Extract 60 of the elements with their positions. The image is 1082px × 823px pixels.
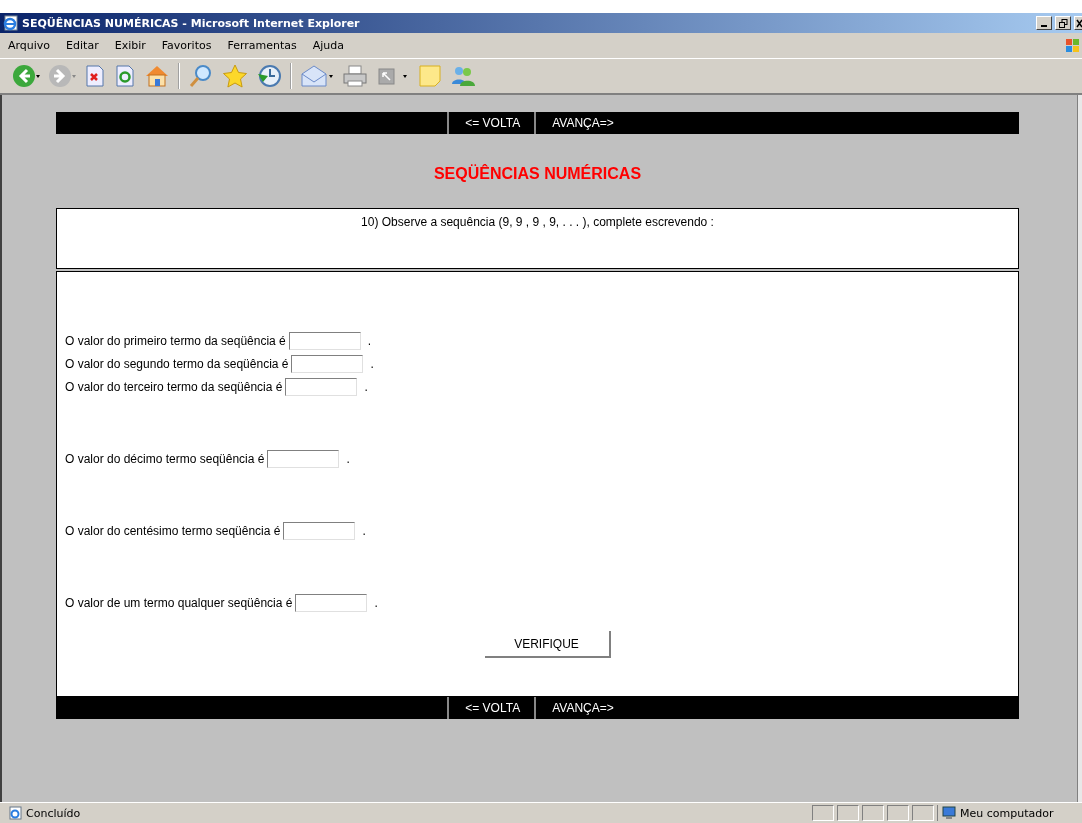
status-pane	[837, 805, 859, 821]
period-mark: .	[362, 523, 366, 538]
nav-link[interactable]: <= VOLTA	[447, 112, 535, 134]
page-icon	[9, 806, 23, 820]
answer-field[interactable]	[288, 331, 361, 350]
verify-button[interactable]: VERIFIQUE	[484, 631, 611, 658]
nav-link[interactable]: <= VOLTA	[447, 697, 535, 719]
status-text: Concluído	[26, 806, 81, 820]
close-button[interactable]	[1074, 16, 1082, 30]
field-label: O valor de um termo qualquer seqüência é	[65, 595, 293, 610]
question-text: 10) Observe a sequência (9, 9 , 9 , 9, . . . ), complete escrevendo :	[360, 215, 715, 229]
field-label: O valor do décimo termo seqüência é	[65, 451, 265, 466]
period-mark: .	[346, 451, 350, 466]
period-mark: .	[370, 356, 374, 371]
answer-field[interactable]	[295, 593, 368, 612]
browser-logo-icon	[3, 15, 19, 31]
search-icon[interactable]	[188, 64, 214, 88]
minimize-button[interactable]	[1036, 16, 1052, 30]
period-mark: .	[367, 333, 372, 348]
field-label: O valor do segundo termo da seqüência é	[65, 356, 289, 371]
computer-icon	[942, 806, 956, 820]
restore-button[interactable]	[1055, 16, 1071, 30]
field-label: O valor do terceiro termo da seqüência é	[65, 379, 283, 394]
menu-item[interactable]: Editar	[58, 39, 107, 52]
status-pane	[887, 805, 909, 821]
answer-field[interactable]	[285, 377, 358, 396]
field-label: O valor do centésimo termo seqüência é	[65, 523, 281, 538]
forward-button-icon[interactable]	[48, 64, 76, 88]
window-title: SEQÜÊNCIAS NUMÉRICAS - Microsoft Internet Explorer	[22, 16, 360, 30]
status-pane	[912, 805, 934, 821]
status-pane	[862, 805, 884, 821]
answer-field[interactable]	[291, 354, 364, 373]
restore-icon	[1058, 18, 1068, 28]
mail-icon[interactable]	[300, 64, 334, 88]
close-icon	[1075, 18, 1082, 28]
minimize-icon	[1041, 25, 1047, 27]
page-heading: SEQÜÊNCIAS NUMÉRICAS	[432, 165, 643, 183]
status-pane	[812, 805, 834, 821]
answer-field[interactable]	[283, 521, 356, 540]
field-label: O valor do primeiro termo da seqüência é	[65, 333, 286, 348]
menu-item[interactable]: Favoritos	[153, 39, 220, 52]
nav-link[interactable]: AVANÇA=>	[534, 112, 628, 134]
menu-item[interactable]: Arquivo	[6, 39, 59, 52]
home-icon[interactable]	[144, 64, 170, 88]
star-icon[interactable]	[222, 64, 248, 88]
menu-item[interactable]: Ferramentas	[219, 39, 305, 52]
nav-link[interactable]: AVANÇA=>	[534, 697, 628, 719]
period-mark: .	[374, 595, 378, 610]
menu-item[interactable]: Exibir	[106, 39, 154, 52]
printer-icon[interactable]	[342, 64, 368, 88]
menu-item[interactable]: Ajuda	[304, 39, 353, 52]
back-button-icon[interactable]	[12, 64, 40, 88]
zone-text: Meu computador	[960, 806, 1054, 820]
stop-icon[interactable]	[84, 64, 106, 88]
period-mark: .	[364, 379, 368, 394]
windows-flag-icon	[1064, 36, 1082, 55]
answer-field[interactable]	[267, 449, 340, 468]
people-icon[interactable]	[450, 64, 476, 88]
refresh-icon[interactable]	[114, 64, 136, 88]
history-icon[interactable]	[256, 64, 282, 88]
